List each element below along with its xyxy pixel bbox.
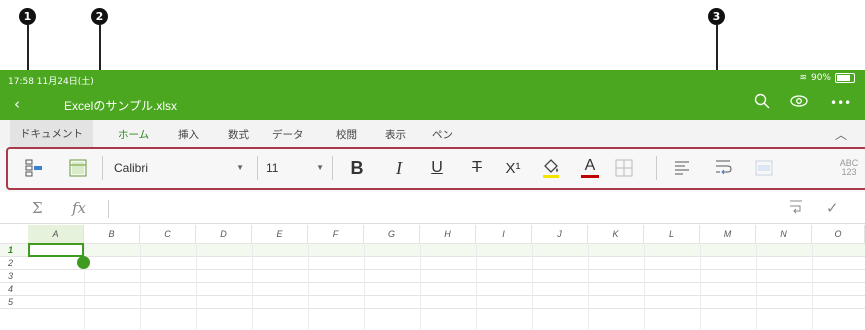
- tab-data[interactable]: データ: [272, 127, 304, 142]
- column-header-c[interactable]: C: [140, 225, 196, 243]
- callout-1: 1: [19, 8, 36, 25]
- grid-line: [0, 269, 865, 270]
- formula-input[interactable]: [112, 199, 772, 219]
- row-header-3[interactable]: 3: [0, 270, 28, 282]
- ribbon-highlight-box: [6, 147, 865, 190]
- grid-line: [252, 243, 253, 330]
- grid-line: [700, 243, 701, 330]
- row-1-highlight: [0, 244, 865, 256]
- column-header-b[interactable]: B: [84, 225, 140, 243]
- battery-icon: [835, 73, 855, 83]
- grid-line: [812, 243, 813, 330]
- column-header-e[interactable]: E: [252, 225, 308, 243]
- battery-level: 90%: [810, 73, 831, 83]
- row-header-5[interactable]: 5: [0, 296, 28, 308]
- grid-line: [0, 256, 865, 257]
- tab-insert[interactable]: 挿入: [178, 127, 199, 142]
- column-header-j[interactable]: J: [532, 225, 588, 243]
- grid-line: [0, 308, 865, 309]
- status-bar: 17:58 11月24日(土) ≋ 90%: [0, 70, 865, 88]
- callout-2: 2: [91, 8, 108, 25]
- grid-line: [0, 295, 865, 296]
- column-header-m[interactable]: M: [700, 225, 756, 243]
- row-header-2[interactable]: 2: [0, 257, 28, 269]
- tab-home[interactable]: ホーム: [113, 127, 154, 150]
- grid-line: [420, 243, 421, 330]
- status-right: ≋ 90%: [799, 73, 855, 83]
- grid-line: [140, 243, 141, 330]
- grid-line: [644, 243, 645, 330]
- tab-document[interactable]: ドキュメント: [10, 120, 93, 148]
- column-header-o[interactable]: O: [812, 225, 865, 243]
- grid-line: [476, 243, 477, 330]
- formula-divider: [108, 200, 109, 218]
- tab-formulas[interactable]: 数式: [228, 127, 249, 142]
- tab-view[interactable]: 表示: [385, 127, 406, 142]
- column-header-k[interactable]: K: [588, 225, 644, 243]
- document-title: Excelのサンプル.xlsx: [64, 99, 177, 113]
- grid-line: [532, 243, 533, 330]
- callout-3: 3: [708, 8, 725, 25]
- column-header-h[interactable]: H: [420, 225, 476, 243]
- more-icon[interactable]: •••: [830, 96, 851, 110]
- column-header-l[interactable]: L: [644, 225, 700, 243]
- column-header-d[interactable]: D: [196, 225, 252, 243]
- grid-line: [0, 282, 865, 283]
- back-button[interactable]: ‹: [14, 95, 20, 113]
- enter-newline-icon[interactable]: [788, 198, 804, 220]
- formula-bar: Σ fx ✓: [0, 195, 865, 224]
- wifi-icon: ≋: [799, 73, 807, 83]
- tab-pen[interactable]: ペン: [432, 127, 453, 142]
- grid-line: [308, 243, 309, 330]
- selection-handle[interactable]: [77, 256, 90, 269]
- search-icon[interactable]: [754, 93, 770, 113]
- grid-line: [588, 243, 589, 330]
- row-header-4[interactable]: 4: [0, 283, 28, 295]
- row-header-1[interactable]: 1: [0, 244, 28, 256]
- sum-icon[interactable]: Σ: [32, 199, 43, 217]
- grid-line: [196, 243, 197, 330]
- column-header-i[interactable]: I: [476, 225, 532, 243]
- selected-cell-a1[interactable]: [28, 243, 84, 257]
- confirm-check-icon[interactable]: ✓: [826, 199, 839, 217]
- column-header-n[interactable]: N: [756, 225, 812, 243]
- status-time: 17:58 11月24日(土): [8, 77, 94, 87]
- grid-line: [756, 243, 757, 330]
- column-header-g[interactable]: G: [364, 225, 420, 243]
- column-header-a[interactable]: A: [28, 225, 84, 243]
- eye-icon[interactable]: [790, 93, 808, 113]
- title-bar: ‹ Excelのサンプル.xlsx •••: [0, 88, 865, 120]
- tab-review[interactable]: 校閲: [336, 127, 357, 142]
- column-header-f[interactable]: F: [308, 225, 364, 243]
- ribbon-tabs: ドキュメント ホーム 挿入 数式 データ 校閲 表示 ペン ︿: [0, 120, 865, 150]
- collapse-ribbon-icon[interactable]: ︿: [835, 126, 847, 143]
- fx-icon[interactable]: fx: [72, 199, 86, 217]
- grid-line: [364, 243, 365, 330]
